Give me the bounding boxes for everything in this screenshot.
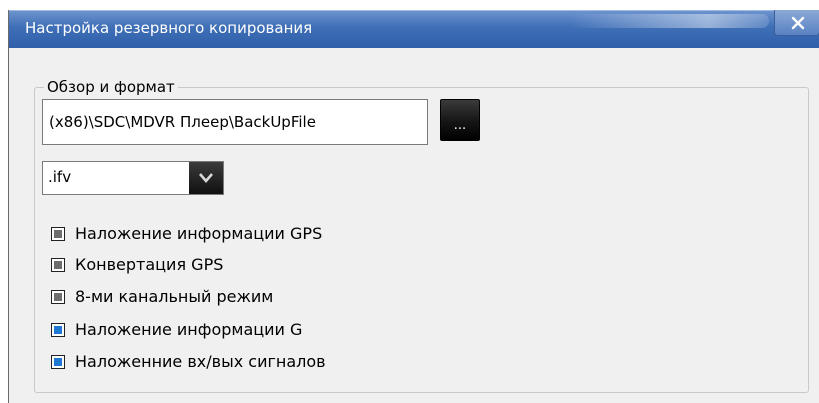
checkbox-gps-overlay[interactable]: [51, 227, 65, 241]
checkbox-fill: [54, 261, 62, 269]
checkbox-fill: [54, 326, 62, 334]
close-icon: [791, 16, 805, 30]
option-label: Конвертация GPS: [75, 255, 224, 274]
backup-path-input[interactable]: [42, 99, 428, 145]
format-select-arrow[interactable]: [189, 162, 223, 194]
checkbox-gps-conversion[interactable]: [51, 258, 65, 272]
option-label: Наложение информации G: [75, 320, 303, 339]
format-select[interactable]: .ifv: [42, 161, 224, 195]
checkbox-io-signal-overlay[interactable]: [51, 355, 65, 369]
checkbox-fill: [54, 230, 62, 238]
option-label: Наложение информации GPS: [75, 224, 323, 243]
checkbox-fill: [54, 293, 62, 301]
group-legend: Обзор и формат: [44, 78, 178, 96]
option-label: Наложенние вх/вых сигналов: [75, 352, 326, 371]
backup-settings-dialog: Настройка резервного копирования Обзор и…: [8, 10, 819, 403]
checkbox-8-channel-mode[interactable]: [51, 290, 65, 304]
option-label: 8-ми канальный режим: [75, 287, 274, 306]
title-bar[interactable]: Настройка резервного копирования: [9, 10, 819, 48]
format-select-value: .ifv: [48, 168, 72, 186]
browse-button[interactable]: ...: [440, 99, 480, 141]
chevron-down-icon: [199, 173, 213, 183]
title-bar-glow: [569, 14, 769, 28]
checkbox-fill: [54, 358, 62, 366]
checkbox-g-sensor-overlay[interactable]: [51, 323, 65, 337]
window-title: Настройка резервного копирования: [25, 19, 313, 37]
close-button[interactable]: [774, 10, 819, 36]
screen: Настройка резервного копирования Обзор и…: [0, 0, 819, 403]
